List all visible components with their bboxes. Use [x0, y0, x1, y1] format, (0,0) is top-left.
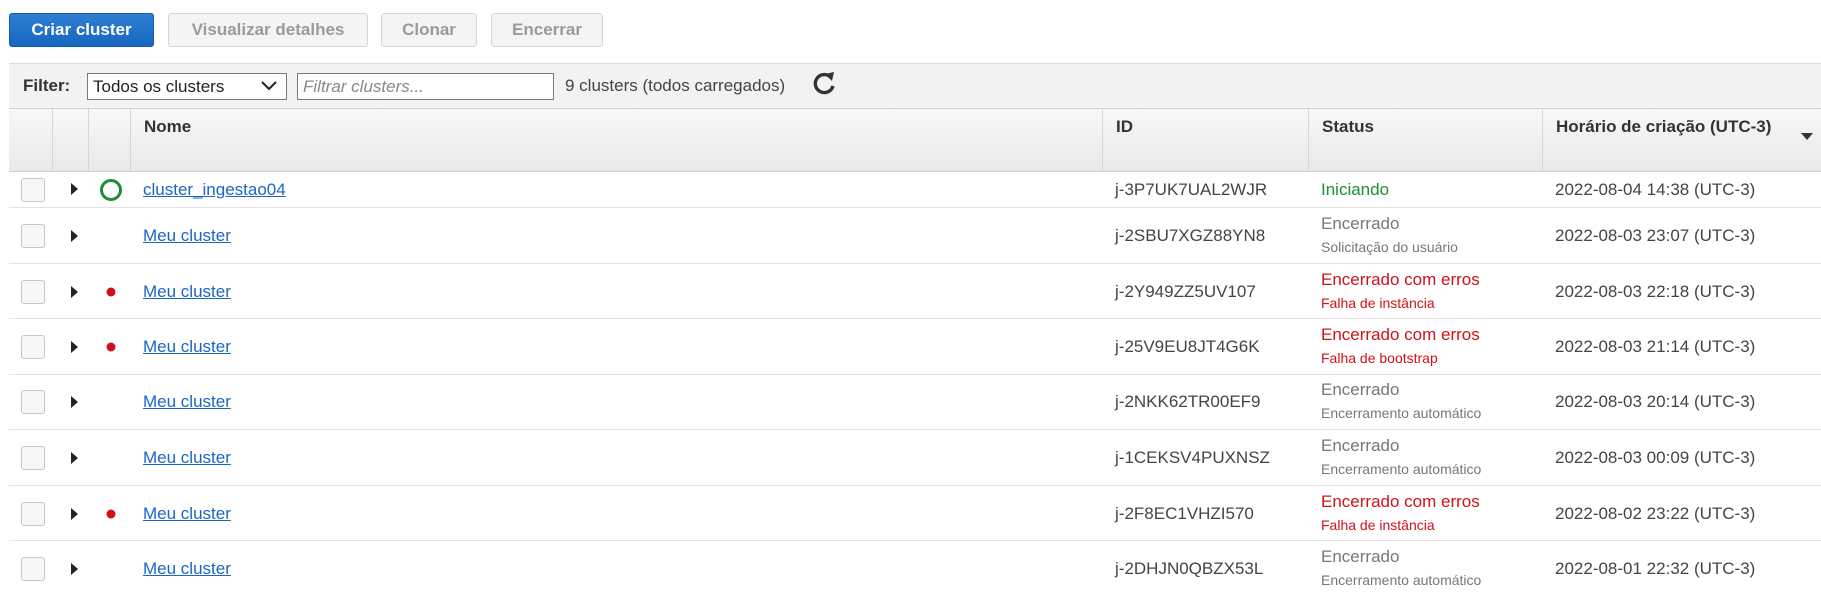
cluster-name-link[interactable]: cluster_ingestao04	[143, 180, 286, 200]
cluster-created-time: 2022-08-01 22:32 (UTC-3)	[1555, 559, 1756, 578]
cluster-name-link[interactable]: Meu cluster	[143, 559, 231, 579]
cluster-status-detail: Encerramento automático	[1321, 405, 1482, 421]
column-header-created[interactable]: Horário de criação (UTC-3)	[1542, 109, 1821, 171]
caret-right-icon[interactable]	[69, 562, 79, 576]
cluster-name-link[interactable]: Meu cluster	[143, 226, 231, 246]
cluster-name-link[interactable]: Meu cluster	[143, 504, 231, 524]
cluster-created-time: 2022-08-03 22:18 (UTC-3)	[1555, 282, 1756, 301]
cluster-filter-selected: Todos os clusters	[93, 77, 225, 96]
cluster-name-link[interactable]: Meu cluster	[143, 337, 231, 357]
cluster-created-time: 2022-08-03 00:09 (UTC-3)	[1555, 448, 1756, 467]
table-row[interactable]: Meu cluster j-1CEKSV4PUXNSZ Encerrado En…	[9, 430, 1821, 486]
cluster-id: j-1CEKSV4PUXNSZ	[1115, 448, 1270, 467]
cluster-id: j-2F8EC1VHZI570	[1115, 504, 1254, 523]
cluster-filter-select[interactable]: Todos os clusters	[87, 73, 287, 100]
status-icon-column	[88, 109, 130, 171]
red-dot-icon	[106, 342, 116, 352]
view-details-button[interactable]: Visualizar detalhes	[168, 13, 368, 47]
table-row[interactable]: Meu cluster j-2F8EC1VHZI570 Encerrado co…	[9, 486, 1821, 541]
filter-bar: Filter: Todos os clusters 9 clusters (to…	[9, 63, 1821, 109]
caret-right-icon[interactable]	[69, 507, 79, 521]
row-checkbox[interactable]	[21, 178, 45, 202]
table-row[interactable]: Meu cluster j-2DHJN0QBZX53L Encerrado En…	[9, 541, 1821, 594]
expand-column	[52, 109, 88, 171]
row-checkbox[interactable]	[21, 557, 45, 581]
column-header-name-label: Nome	[144, 117, 192, 136]
row-checkbox[interactable]	[21, 502, 45, 526]
cluster-status-detail: Falha de instância	[1321, 295, 1435, 311]
cluster-count: 9 clusters (todos carregados)	[565, 76, 786, 95]
cluster-name-link[interactable]: Meu cluster	[143, 282, 231, 302]
caret-right-icon[interactable]	[69, 182, 79, 196]
cluster-status: Encerrado com erros	[1321, 325, 1480, 344]
cluster-status-detail: Encerramento automático	[1321, 461, 1482, 477]
row-checkbox[interactable]	[21, 446, 45, 470]
toolbar: Criar cluster Visualizar detalhes Clonar…	[0, 0, 1821, 63]
cluster-id: j-2NKK62TR00EF9	[1115, 392, 1261, 411]
caret-right-icon[interactable]	[69, 229, 79, 243]
red-dot-icon	[106, 509, 116, 519]
sort-desc-icon[interactable]	[1799, 131, 1815, 141]
column-header-name[interactable]: Nome	[130, 109, 1102, 171]
cluster-created-time: 2022-08-03 21:14 (UTC-3)	[1555, 337, 1756, 356]
caret-right-icon[interactable]	[69, 340, 79, 354]
cluster-id: j-2Y949ZZ5UV107	[1115, 282, 1256, 301]
cluster-status-detail: Falha de instância	[1321, 517, 1435, 533]
create-cluster-button[interactable]: Criar cluster	[9, 13, 154, 47]
caret-right-icon[interactable]	[69, 395, 79, 409]
caret-right-icon[interactable]	[69, 451, 79, 465]
row-checkbox[interactable]	[21, 224, 45, 248]
row-checkbox[interactable]	[21, 335, 45, 359]
table-row[interactable]: Meu cluster j-2SBU7XGZ88YN8 Encerrado So…	[9, 208, 1821, 264]
table-row[interactable]: Meu cluster j-2Y949ZZ5UV107 Encerrado co…	[9, 264, 1821, 319]
cluster-status-detail: Encerramento automático	[1321, 572, 1482, 588]
cluster-status: Encerrado	[1321, 547, 1400, 566]
cluster-status: Encerrado	[1321, 214, 1400, 233]
caret-right-icon[interactable]	[69, 285, 79, 299]
cluster-created-time: 2022-08-03 20:14 (UTC-3)	[1555, 392, 1756, 411]
cluster-status: Encerrado com erros	[1321, 492, 1480, 511]
table-header: Nome ID Status Horário de criação (UTC-3…	[9, 109, 1821, 172]
row-checkbox[interactable]	[21, 390, 45, 414]
terminate-button[interactable]: Encerrar	[491, 13, 603, 47]
ring-icon	[100, 179, 122, 201]
cluster-status-detail: Falha de bootstrap	[1321, 350, 1438, 366]
cluster-created-time: 2022-08-03 23:07 (UTC-3)	[1555, 226, 1756, 245]
column-header-id-label: ID	[1116, 117, 1133, 136]
table-row[interactable]: Meu cluster j-2NKK62TR00EF9 Encerrado En…	[9, 375, 1821, 430]
chevron-down-icon	[261, 81, 277, 91]
filter-clusters-input[interactable]	[297, 73, 554, 100]
select-all-column	[9, 109, 52, 171]
cluster-status: Encerrado com erros	[1321, 270, 1480, 289]
cluster-name-link[interactable]: Meu cluster	[143, 448, 231, 468]
cluster-id: j-2SBU7XGZ88YN8	[1115, 226, 1266, 245]
table-row[interactable]: Meu cluster j-25V9EU8JT4G6K Encerrado co…	[9, 319, 1821, 375]
refresh-icon[interactable]	[811, 70, 837, 96]
cluster-status: Iniciando	[1321, 180, 1390, 199]
cluster-created-time: 2022-08-04 14:38 (UTC-3)	[1555, 180, 1756, 199]
table-row[interactable]: cluster_ingestao04 j-3P7UK7UAL2WJR Inici…	[9, 172, 1821, 208]
column-header-created-label: Horário de criação (UTC-3)	[1556, 117, 1772, 136]
cluster-id: j-2DHJN0QBZX53L	[1115, 559, 1264, 578]
column-header-status[interactable]: Status	[1308, 109, 1542, 171]
cluster-status: Encerrado	[1321, 436, 1400, 455]
red-dot-icon	[106, 287, 116, 297]
column-header-id[interactable]: ID	[1102, 109, 1308, 171]
cluster-status-detail: Solicitação do usuário	[1321, 239, 1458, 255]
cluster-status: Encerrado	[1321, 380, 1400, 399]
cluster-id: j-25V9EU8JT4G6K	[1115, 337, 1260, 356]
clone-button[interactable]: Clonar	[381, 13, 477, 47]
cluster-created-time: 2022-08-02 23:22 (UTC-3)	[1555, 504, 1756, 523]
cluster-name-link[interactable]: Meu cluster	[143, 392, 231, 412]
row-checkbox[interactable]	[21, 280, 45, 304]
cluster-id: j-3P7UK7UAL2WJR	[1115, 180, 1268, 199]
column-header-status-label: Status	[1322, 117, 1374, 136]
filter-label: Filter:	[23, 76, 71, 95]
